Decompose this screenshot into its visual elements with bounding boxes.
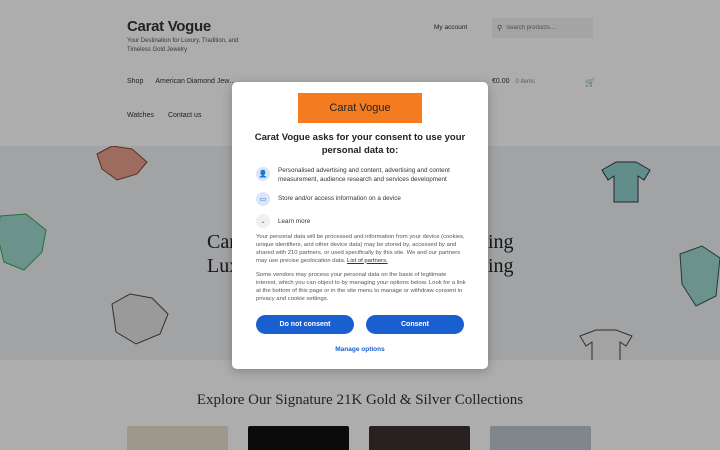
consent-dialog: Carat Vogue Carat Vogue asks for your co… <box>232 82 488 369</box>
learn-more-toggle[interactable]: ⌄ Learn more <box>256 214 310 228</box>
device-icon: ▭ <box>256 192 270 206</box>
list-of-partners-link[interactable]: List of partners. <box>347 258 388 264</box>
consent-paragraph-1: Your personal data will be processed and… <box>256 234 466 266</box>
consent-button[interactable]: Consent <box>366 315 464 334</box>
consent-brand-logo: Carat Vogue <box>298 93 422 123</box>
learn-more-label: Learn more <box>278 217 311 225</box>
user-icon: 👤 <box>256 167 270 181</box>
do-not-consent-button[interactable]: Do not consent <box>256 315 354 334</box>
consent-title: Carat Vogue asks for your consent to use… <box>254 132 466 156</box>
manage-options-link[interactable]: Manage options <box>232 346 488 353</box>
purpose-device-storage-text: Store and/or access information on a dev… <box>278 195 401 202</box>
chevron-down-icon: ⌄ <box>256 214 270 228</box>
purpose-personalised-ads-text: Personalised advertising and content, ad… <box>278 167 450 183</box>
consent-paragraph-2: Some vendors may process your personal d… <box>256 272 466 302</box>
purpose-personalised-ads: 👤 Personalised advertising and content, … <box>256 167 468 184</box>
purpose-device-storage: ▭ Store and/or access information on a d… <box>256 192 468 206</box>
